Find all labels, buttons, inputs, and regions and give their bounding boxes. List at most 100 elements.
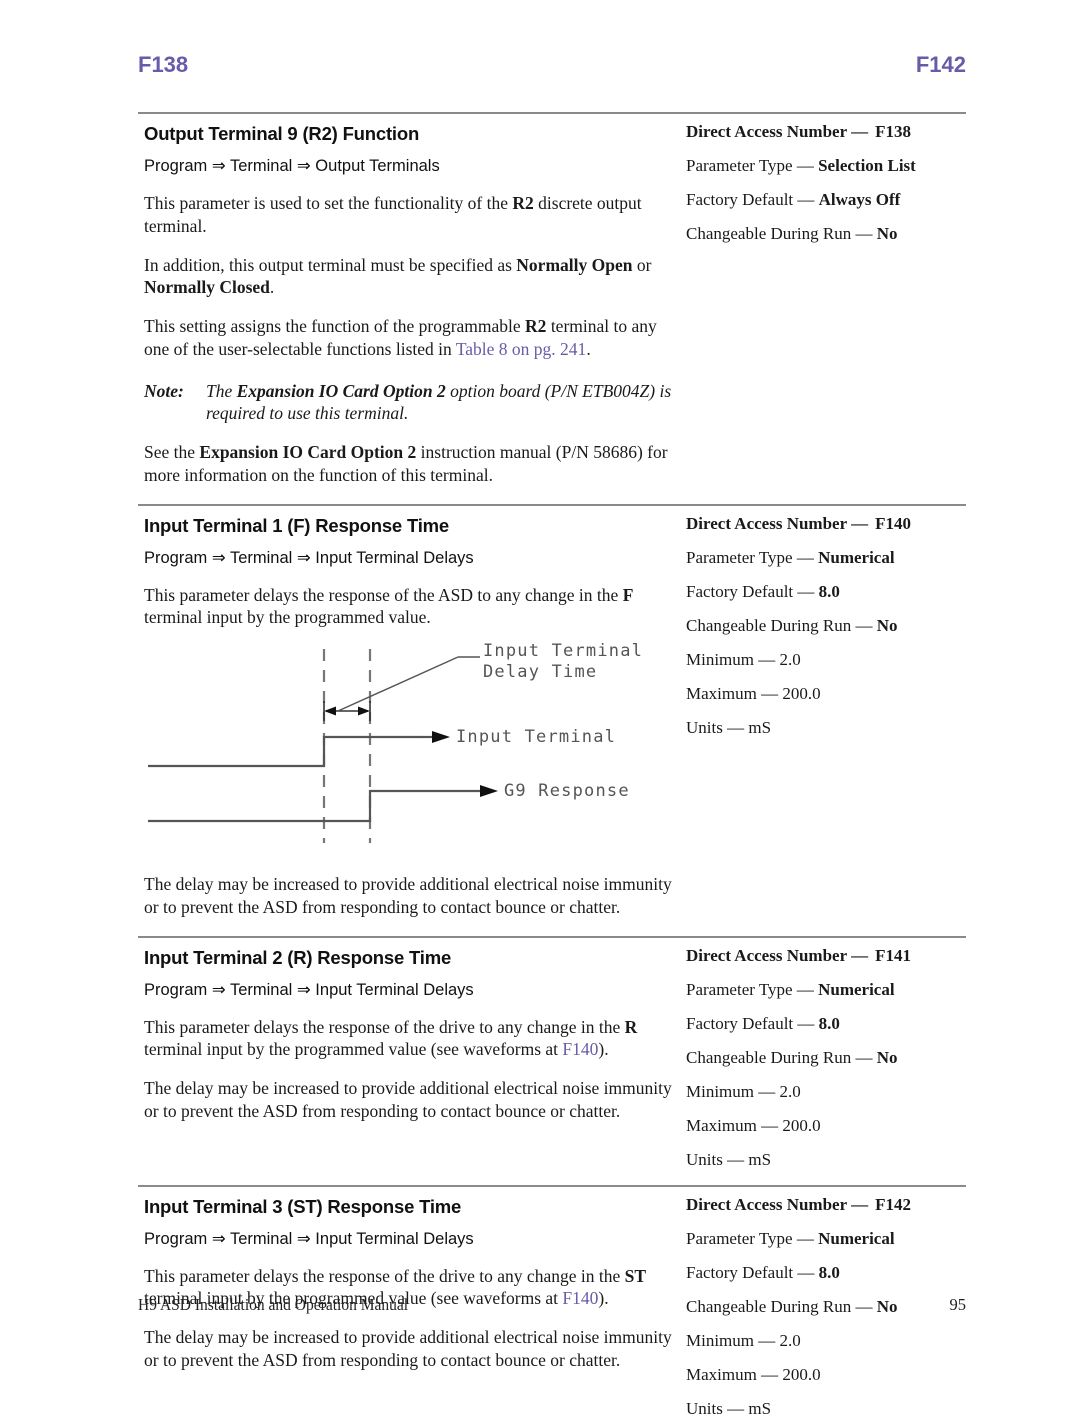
attribute-value: Always Off — [818, 190, 901, 209]
paragraph: In addition, this output terminal must b… — [144, 254, 652, 298]
section-f141-attributes: Direct Access Number — F141 Parameter Typ… — [678, 938, 966, 1168]
attribute-value: No — [876, 224, 898, 243]
attribute-parameter-type: Parameter Type — Numerical — [686, 1230, 966, 1247]
attribute-value: 8.0 — [818, 1013, 840, 1033]
attribute-minimum: Minimum — 2.0 — [686, 1083, 966, 1100]
attribute-minimum: Minimum — 2.0 — [686, 1332, 966, 1349]
menu-path: Program ⇒ Terminal ⇒ Input Terminal Dela… — [144, 548, 474, 567]
section-f140: Input Terminal 1 (F) Response Time Progr… — [138, 503, 966, 936]
cross-reference-link[interactable]: F140 — [562, 1039, 598, 1059]
section-f142-left-column: Input Terminal 3 (ST) Response Time Prog… — [138, 1187, 678, 1372]
paragraph: This parameter delays the response of th… — [144, 584, 634, 628]
arrow-head-right — [358, 706, 370, 716]
attribute-units: Units — mS — [686, 719, 966, 736]
attribute-key: Factory Default — — [686, 190, 815, 209]
attribute-key: Changeable During Run — — [686, 224, 873, 243]
attribute-key: Direct Access Number — — [686, 513, 869, 533]
attribute-value: 2.0 — [779, 1330, 801, 1350]
paragraph: The delay may be increased to provide ad… — [144, 1078, 672, 1121]
section-f138-left-column: Output Terminal 9 (R2) Function Program … — [138, 114, 678, 487]
attribute-key: Parameter Type — — [686, 979, 814, 999]
attribute-key: Maximum — — [686, 1364, 779, 1384]
attribute-value: 200.0 — [782, 1115, 821, 1135]
attribute-value: Numerical — [818, 979, 895, 999]
attribute-maximum: Maximum — 200.0 — [686, 1366, 966, 1383]
note-label: Note: — [144, 380, 184, 401]
attribute-key: Direct Access Number — — [686, 945, 869, 965]
page-footer: H9 ASD Installation and Operation Manual… — [138, 1295, 966, 1315]
page-content: Output Terminal 9 (R2) Function Program … — [138, 112, 966, 1417]
attribute-key: Direct Access Number — — [686, 1194, 869, 1214]
attribute-key: Maximum — — [686, 683, 779, 703]
footer-page-number: 95 — [949, 1295, 967, 1314]
attribute-parameter-type: Parameter Type — Numerical — [686, 549, 966, 566]
section-f141-left-column: Input Terminal 2 (R) Response Time Progr… — [138, 938, 678, 1123]
label-input-terminal: Input Terminal — [456, 727, 617, 747]
g9-response-waveform — [148, 789, 468, 823]
document-page: F138 F142 Output Terminal 9 (R2) Functio… — [0, 0, 1080, 1417]
input-terminal-arrow-head — [432, 731, 450, 743]
paragraph: This setting assigns the function of the… — [144, 316, 657, 359]
attribute-value: 200.0 — [782, 683, 821, 703]
section-title: Input Terminal 1 (F) Response Time — [144, 514, 450, 536]
section-f140-left-column: Input Terminal 1 (F) Response Time Progr… — [138, 506, 678, 919]
section-f138-attributes: Direct Access Number — F138 Parameter Typ… — [678, 114, 966, 242]
attribute-direct-access-number: Direct Access Number — F142 — [686, 1196, 966, 1213]
attribute-value: F142 — [875, 1194, 911, 1214]
attribute-key: Factory Default — — [686, 581, 815, 601]
attribute-value: 2.0 — [779, 649, 801, 669]
attribute-key: Factory Default — — [686, 1013, 815, 1033]
page-title: Output Terminal 9 (R2) Function — [144, 123, 420, 144]
attribute-direct-access-number: Direct Access Number — F140 — [686, 515, 966, 532]
attribute-key: Parameter Type — — [686, 547, 814, 567]
attribute-direct-access-number: Direct Access Number — F141 — [686, 947, 966, 964]
attribute-minimum: Minimum — 2.0 — [686, 651, 966, 668]
attribute-key: Minimum — — [686, 1330, 776, 1350]
attribute-changeable-during-run: Changeable During Run — No — [686, 617, 966, 634]
running-head: F138 F142 — [138, 52, 966, 78]
attribute-value: 2.0 — [779, 1081, 801, 1101]
paragraph: See the Expansion IO Card Option 2 instr… — [144, 442, 668, 485]
section-title: Input Terminal 3 (ST) Response Time — [144, 1195, 462, 1217]
label-input-terminal-delay-time: Input Terminal Delay Time — [483, 641, 643, 684]
input-terminal-waveform — [148, 735, 422, 768]
attribute-value: Numerical — [818, 547, 895, 567]
attribute-factory-default: Factory Default — 8.0 — [686, 583, 966, 600]
attribute-changeable-during-run: Changeable During Run — No — [686, 1049, 966, 1066]
attribute-value: 8.0 — [818, 1262, 840, 1282]
section-title: Input Terminal 2 (R) Response Time — [144, 946, 452, 968]
attribute-maximum: Maximum — 200.0 — [686, 685, 966, 702]
attribute-value: 200.0 — [782, 1364, 821, 1384]
paragraph: This parameter is used to set the functi… — [144, 193, 642, 236]
menu-path: Program ⇒ Terminal ⇒ Input Terminal Dela… — [144, 980, 474, 999]
attribute-maximum: Maximum — 200.0 — [686, 1117, 966, 1134]
g9-response-arrow-head — [480, 785, 498, 797]
paragraph: The delay may be increased to provide ad… — [144, 874, 672, 917]
cross-reference-link[interactable]: Table 8 on pg. 241 — [456, 339, 587, 359]
attribute-value: mS — [748, 1149, 772, 1169]
attribute-key: Minimum — — [686, 1081, 776, 1101]
attribute-value: F140 — [875, 513, 911, 533]
attribute-key: Parameter Type — — [686, 156, 814, 175]
attribute-key: Minimum — — [686, 649, 776, 669]
attribute-factory-default: Factory Default — 8.0 — [686, 1264, 966, 1281]
note-block: Note: The Expansion IO Card Option 2 opt… — [144, 380, 678, 426]
label-g9-response: G9 Response — [504, 781, 630, 801]
attribute-value: Selection List — [818, 156, 916, 175]
attribute-key: Factory Default — — [686, 1262, 815, 1282]
paragraph: The delay may be increased to provide ad… — [144, 1327, 672, 1370]
attribute-value: F138 — [875, 122, 911, 141]
attribute-key: Units — — [686, 1398, 745, 1418]
label-line-1: Input Terminal — [483, 641, 644, 661]
attribute-value: Numerical — [818, 1228, 895, 1248]
attribute-changeable-during-run: Changeable During Run — No — [686, 225, 966, 242]
attribute-key: Direct Access Number — — [686, 122, 869, 141]
note-text: The Expansion IO Card Option 2 option bo… — [206, 380, 672, 424]
section-f138: Output Terminal 9 (R2) Function Program … — [138, 112, 966, 504]
attribute-value: F141 — [875, 945, 911, 965]
attribute-value: No — [876, 615, 898, 635]
attribute-key: Units — — [686, 1149, 745, 1169]
running-head-left: F138 — [138, 52, 189, 77]
attribute-parameter-type: Parameter Type — Selection List — [686, 157, 966, 174]
attribute-value: 8.0 — [818, 581, 840, 601]
